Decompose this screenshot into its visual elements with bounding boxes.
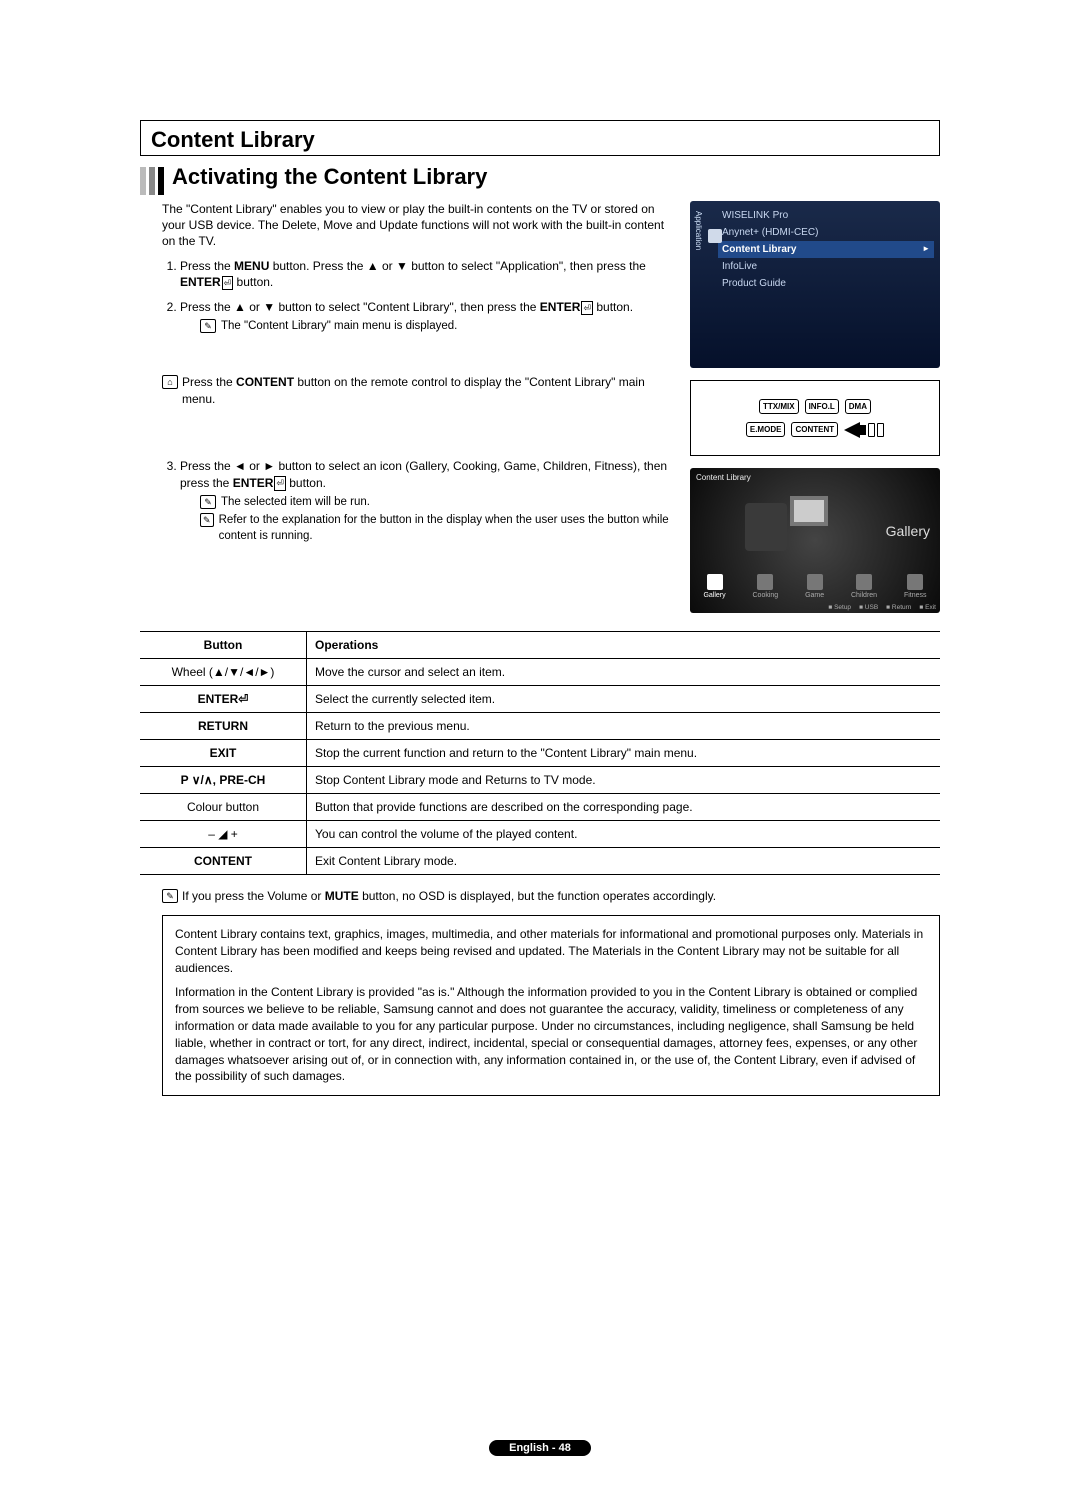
- cl-category-icon: Game: [805, 574, 824, 599]
- remote-button-diagram: TTX/MIX INFO.L DMA E.MODE CONTENT: [690, 380, 940, 456]
- table-cell-operation: Stop Content Library mode and Returns to…: [307, 767, 941, 794]
- table-cell-button: – ◢ +: [140, 821, 307, 848]
- remote-button: CONTENT: [791, 422, 838, 437]
- table-row: ENTER⏎Select the currently selected item…: [140, 686, 940, 713]
- disclaimer-box: Content Library contains text, graphics,…: [162, 915, 940, 1096]
- cl-bottom-action: Setup: [828, 604, 851, 611]
- table-cell-operation: Select the currently selected item.: [307, 686, 941, 713]
- cl-bottom-action: USB: [859, 604, 878, 611]
- table-cell-operation: You can control the volume of the played…: [307, 821, 941, 848]
- chair-graphic: [745, 503, 787, 551]
- tv-menu-item: Content Library: [718, 241, 934, 258]
- cl-category-icon: Children: [851, 574, 877, 599]
- table-header-button: Button: [140, 632, 307, 659]
- remote-button: TTX/MIX: [759, 399, 799, 414]
- remote-button: E.MODE: [746, 422, 786, 437]
- step-2: Press the ▲ or ▼ button to select "Conte…: [180, 299, 672, 334]
- page-footer: English - 48: [0, 1442, 1080, 1454]
- table-row: P ∨/∧, PRE-CHStop Content Library mode a…: [140, 767, 940, 794]
- table-cell-button: Colour button: [140, 794, 307, 821]
- operations-table: ButtonOperationsWheel (▲/▼/◄/►)Move the …: [140, 631, 940, 875]
- subsection-title: Activating the Content Library: [172, 164, 487, 195]
- note-icon: ✎: [162, 889, 178, 903]
- table-cell-operation: Button that provide functions are descri…: [307, 794, 941, 821]
- tv-menu-item: Product Guide: [718, 275, 934, 292]
- remote-icon: ⌂: [162, 375, 178, 389]
- enter-icon: ⏎: [222, 276, 234, 291]
- tv-menu-item: WISELINK Pro: [718, 207, 934, 224]
- note-icon: ✎: [200, 319, 216, 333]
- remote-button: INFO.L: [805, 399, 839, 414]
- cl-bottom-bar: Setup USB Return Exit: [690, 604, 940, 611]
- tv-menu-sidetab: Application: [694, 211, 703, 250]
- disclaimer-p1: Content Library contains text, graphics,…: [175, 926, 927, 976]
- remote-button: DMA: [845, 399, 871, 414]
- decorative-bars: [140, 167, 164, 195]
- subsection-header: Activating the Content Library: [140, 164, 940, 195]
- note-icon: ✎: [200, 495, 216, 509]
- picture-frame-graphic: [790, 496, 828, 526]
- table-cell-button: ENTER⏎: [140, 686, 307, 713]
- table-cell-operation: Stop the current function and return to …: [307, 740, 941, 767]
- cl-selected-label: Gallery: [886, 523, 930, 539]
- table-cell-operation: Return to the previous menu.: [307, 713, 941, 740]
- table-cell-button: RETURN: [140, 713, 307, 740]
- post-table-note: ✎ If you press the Volume or MUTE button…: [162, 889, 940, 903]
- cl-icon-strip: Gallery Cooking Game Children Fitness: [690, 574, 940, 599]
- instruction-list: Press the MENU button. Press the ▲ or ▼ …: [162, 258, 672, 335]
- intro-paragraph: The "Content Library" enables you to vie…: [162, 201, 672, 250]
- table-cell-button: P ∨/∧, PRE-CH: [140, 767, 307, 794]
- section-title: Content Library: [151, 127, 929, 153]
- table-row: Wheel (▲/▼/◄/►)Move the cursor and selec…: [140, 659, 940, 686]
- table-row: CONTENTExit Content Library mode.: [140, 848, 940, 875]
- step-1: Press the MENU button. Press the ▲ or ▼ …: [180, 258, 672, 292]
- remote-tip: ⌂ Press the CONTENT button on the remote…: [162, 374, 672, 408]
- table-cell-button: Wheel (▲/▼/◄/►): [140, 659, 307, 686]
- table-cell-button: EXIT: [140, 740, 307, 767]
- tv-menu-screenshot-1: Application WISELINK ProAnynet+ (HDMI-CE…: [690, 201, 940, 368]
- step-3: Press the ◄ or ► button to select an ico…: [180, 458, 672, 544]
- step-3-note-2: ✎Refer to the explanation for the button…: [200, 513, 672, 544]
- instruction-list-cont: Press the ◄ or ► button to select an ico…: [162, 458, 672, 544]
- table-cell-button: CONTENT: [140, 848, 307, 875]
- cl-category-icon: Gallery: [703, 574, 725, 599]
- application-icon: [708, 229, 722, 243]
- step-3-note-1: ✎The selected item will be run.: [200, 495, 672, 511]
- callout-arrow-icon: [844, 422, 884, 438]
- cl-title: Content Library: [696, 473, 751, 482]
- step-2-note: ✎The "Content Library" main menu is disp…: [200, 319, 672, 335]
- enter-icon: ⏎: [581, 301, 593, 316]
- cl-category-icon: Cooking: [753, 574, 779, 599]
- cl-bottom-action: Exit: [919, 604, 936, 611]
- tv-menu-list: WISELINK ProAnynet+ (HDMI-CEC)Content Li…: [718, 207, 934, 292]
- enter-icon: ⏎: [274, 476, 286, 491]
- tv-menu-item: InfoLive: [718, 258, 934, 275]
- section-header: Content Library: [140, 120, 940, 156]
- table-cell-operation: Move the cursor and select an item.: [307, 659, 941, 686]
- note-icon: ✎: [200, 513, 214, 527]
- table-header-operations: Operations: [307, 632, 941, 659]
- disclaimer-p2: Information in the Content Library is pr…: [175, 984, 927, 1085]
- page-number-badge: English - 48: [489, 1440, 591, 1456]
- table-row: EXITStop the current function and return…: [140, 740, 940, 767]
- table-row: Colour buttonButton that provide functio…: [140, 794, 940, 821]
- cl-bottom-action: Return: [886, 604, 911, 611]
- table-row: RETURNReturn to the previous menu.: [140, 713, 940, 740]
- table-cell-operation: Exit Content Library mode.: [307, 848, 941, 875]
- content-library-screenshot: Content Library Gallery GalleryCookingGa…: [690, 468, 940, 613]
- tv-menu-item: Anynet+ (HDMI-CEC): [718, 224, 934, 241]
- cl-category-icon: Fitness: [904, 574, 927, 599]
- table-row: – ◢ +You can control the volume of the p…: [140, 821, 940, 848]
